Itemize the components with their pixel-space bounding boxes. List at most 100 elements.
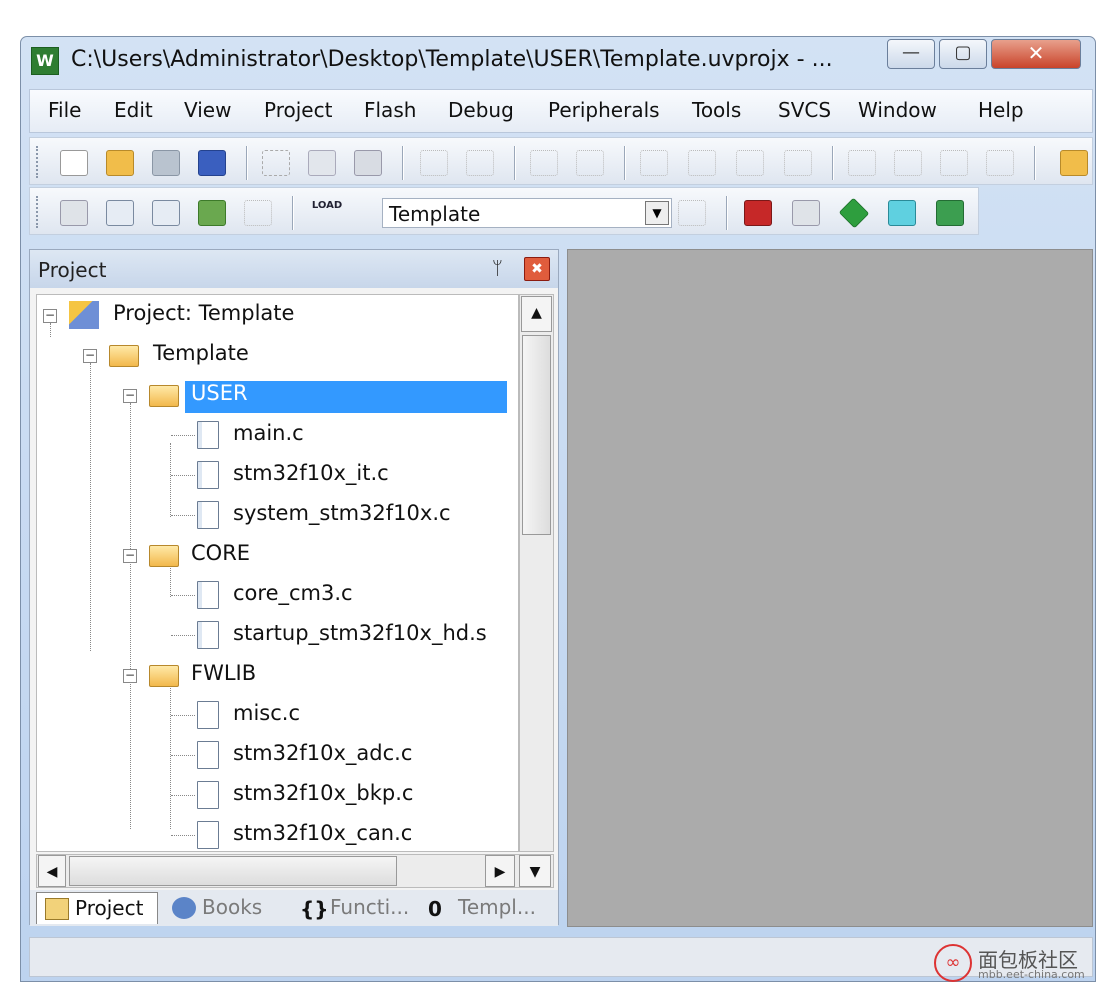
chevron-down-icon[interactable]: ▼ bbox=[645, 201, 669, 225]
minimize-button[interactable]: — bbox=[887, 39, 935, 69]
tab-project[interactable]: Project bbox=[36, 892, 158, 924]
tree-file-main-c[interactable]: main.c bbox=[37, 417, 507, 453]
cut-icon[interactable] bbox=[262, 150, 290, 176]
horizontal-scroll-thumb[interactable] bbox=[69, 856, 397, 886]
menu-flash[interactable]: Flash bbox=[364, 98, 416, 122]
indent-icon[interactable] bbox=[848, 150, 876, 176]
collapse-toggle-icon[interactable]: − bbox=[43, 309, 57, 323]
tree-label: Template bbox=[153, 341, 249, 365]
download-load-icon[interactable]: LOAD bbox=[310, 200, 344, 226]
close-button[interactable]: ✕ bbox=[991, 39, 1081, 69]
save-all-icon[interactable] bbox=[198, 150, 226, 176]
tree-label: stm32f10x_bkp.c bbox=[233, 781, 414, 805]
tree-label: stm32f10x_it.c bbox=[233, 461, 389, 485]
menu-help[interactable]: Help bbox=[978, 98, 1024, 122]
run-time-environment-icon[interactable] bbox=[936, 200, 964, 226]
menu-window[interactable]: Window bbox=[858, 98, 937, 122]
menu-svcs[interactable]: SVCS bbox=[778, 98, 831, 122]
maximize-button[interactable]: ▢ bbox=[939, 39, 987, 69]
menu-bar: File Edit View Project Flash Debug Perip… bbox=[29, 89, 1093, 133]
uncomment-icon[interactable] bbox=[986, 150, 1014, 176]
tree-group-fwlib[interactable]: − FWLIB bbox=[37, 657, 507, 693]
scroll-down-icon[interactable]: ▼ bbox=[519, 855, 551, 887]
select-packs-icon[interactable] bbox=[838, 197, 870, 229]
editor-area[interactable] bbox=[567, 249, 1093, 927]
menu-tools[interactable]: Tools bbox=[692, 98, 741, 122]
translate-icon[interactable] bbox=[60, 200, 88, 226]
tab-books[interactable]: Books bbox=[164, 892, 284, 924]
tree-file-stm32f10x-can-c[interactable]: stm32f10x_can.c bbox=[37, 817, 507, 851]
tree-file-core-cm3-c[interactable]: core_cm3.c bbox=[37, 577, 507, 613]
undo-icon[interactable] bbox=[420, 150, 448, 176]
bookmark-icon[interactable] bbox=[640, 150, 668, 176]
tree-node-target[interactable]: − Template bbox=[37, 337, 507, 373]
tree-connector bbox=[171, 715, 195, 716]
navigate-forward-icon[interactable] bbox=[576, 150, 604, 176]
file-toolbar bbox=[29, 137, 1093, 185]
find-in-files-icon[interactable] bbox=[1060, 150, 1088, 176]
menu-view[interactable]: View bbox=[184, 98, 231, 122]
horizontal-scrollbar[interactable]: ◀ ▶ ▼ bbox=[36, 854, 554, 888]
toolbar-separator bbox=[624, 146, 625, 180]
tree-connector bbox=[171, 435, 195, 436]
next-bookmark-icon[interactable] bbox=[736, 150, 764, 176]
batch-build-icon[interactable] bbox=[198, 200, 226, 226]
tree-node-project-root[interactable]: − Project: Template bbox=[37, 297, 507, 333]
tree-file-stm32f10x-it-c[interactable]: stm32f10x_it.c bbox=[37, 457, 507, 493]
file-extensions-icon[interactable] bbox=[744, 200, 772, 226]
target-options-wand-icon[interactable] bbox=[678, 200, 706, 226]
toolbar-separator bbox=[726, 196, 727, 230]
menu-peripherals[interactable]: Peripherals bbox=[548, 98, 660, 122]
vertical-scrollbar[interactable]: ▲ bbox=[519, 294, 554, 852]
unindent-icon[interactable] bbox=[894, 150, 922, 176]
tree-file-startup-stm32f10x-hd-s[interactable]: startup_stm32f10x_hd.s bbox=[37, 617, 507, 653]
scroll-left-icon[interactable]: ◀ bbox=[38, 855, 66, 887]
stop-build-icon[interactable] bbox=[244, 200, 272, 226]
vertical-scroll-thumb[interactable] bbox=[522, 335, 551, 535]
project-panel: Project ᛘ ✖ − Project: Template − Templa… bbox=[29, 249, 559, 926]
tree-group-core[interactable]: − CORE bbox=[37, 537, 507, 573]
window-title: C:\Users\Administrator\Desktop\Template\… bbox=[71, 47, 833, 72]
tree-group-user[interactable]: − USER bbox=[37, 377, 507, 413]
collapse-toggle-icon[interactable]: − bbox=[123, 549, 137, 563]
new-file-icon[interactable] bbox=[60, 150, 88, 176]
tree-file-misc-c[interactable]: misc.c bbox=[37, 697, 507, 733]
panel-close-icon[interactable]: ✖ bbox=[524, 257, 550, 281]
menu-edit[interactable]: Edit bbox=[114, 98, 153, 122]
paste-icon[interactable] bbox=[354, 150, 382, 176]
menu-debug[interactable]: Debug bbox=[448, 98, 514, 122]
comment-icon[interactable] bbox=[940, 150, 968, 176]
tree-file-stm32f10x-bkp-c[interactable]: stm32f10x_bkp.c bbox=[37, 777, 507, 813]
tree-label: FWLIB bbox=[191, 661, 257, 685]
tab-label: Project bbox=[75, 896, 144, 920]
tree-file-stm32f10x-adc-c[interactable]: stm32f10x_adc.c bbox=[37, 737, 507, 773]
redo-icon[interactable] bbox=[466, 150, 494, 176]
manage-components-icon[interactable] bbox=[792, 200, 820, 226]
tab-functions[interactable]: {} Functi... bbox=[292, 892, 414, 924]
scroll-right-icon[interactable]: ▶ bbox=[485, 855, 515, 887]
rebuild-icon[interactable] bbox=[152, 200, 180, 226]
panel-tab-bar: Project Books {} Functi... 0 Templ... bbox=[30, 890, 558, 926]
toolbar-grip[interactable] bbox=[36, 196, 39, 228]
save-icon[interactable] bbox=[152, 150, 180, 176]
clear-bookmarks-icon[interactable] bbox=[784, 150, 812, 176]
previous-bookmark-icon[interactable] bbox=[688, 150, 716, 176]
scroll-up-icon[interactable]: ▲ bbox=[521, 296, 552, 332]
toolbar-separator bbox=[402, 146, 403, 180]
tab-templates[interactable]: 0 Templ... bbox=[420, 892, 546, 924]
target-select[interactable]: Template ▼ bbox=[382, 198, 672, 228]
menu-project[interactable]: Project bbox=[264, 98, 332, 122]
collapse-toggle-icon[interactable]: − bbox=[83, 349, 97, 363]
copy-icon[interactable] bbox=[308, 150, 336, 176]
toolbar-grip[interactable] bbox=[36, 146, 39, 178]
menu-file[interactable]: File bbox=[48, 98, 81, 122]
pin-icon[interactable]: ᛘ bbox=[492, 258, 503, 279]
tree-file-system-stm32f10x-c[interactable]: system_stm32f10x.c bbox=[37, 497, 507, 533]
collapse-toggle-icon[interactable]: − bbox=[123, 669, 137, 683]
project-icon bbox=[45, 898, 69, 920]
open-folder-icon[interactable] bbox=[106, 150, 134, 176]
navigate-back-icon[interactable] bbox=[530, 150, 558, 176]
pack-installer-icon[interactable] bbox=[888, 200, 916, 226]
collapse-toggle-icon[interactable]: − bbox=[123, 389, 137, 403]
build-icon[interactable] bbox=[106, 200, 134, 226]
